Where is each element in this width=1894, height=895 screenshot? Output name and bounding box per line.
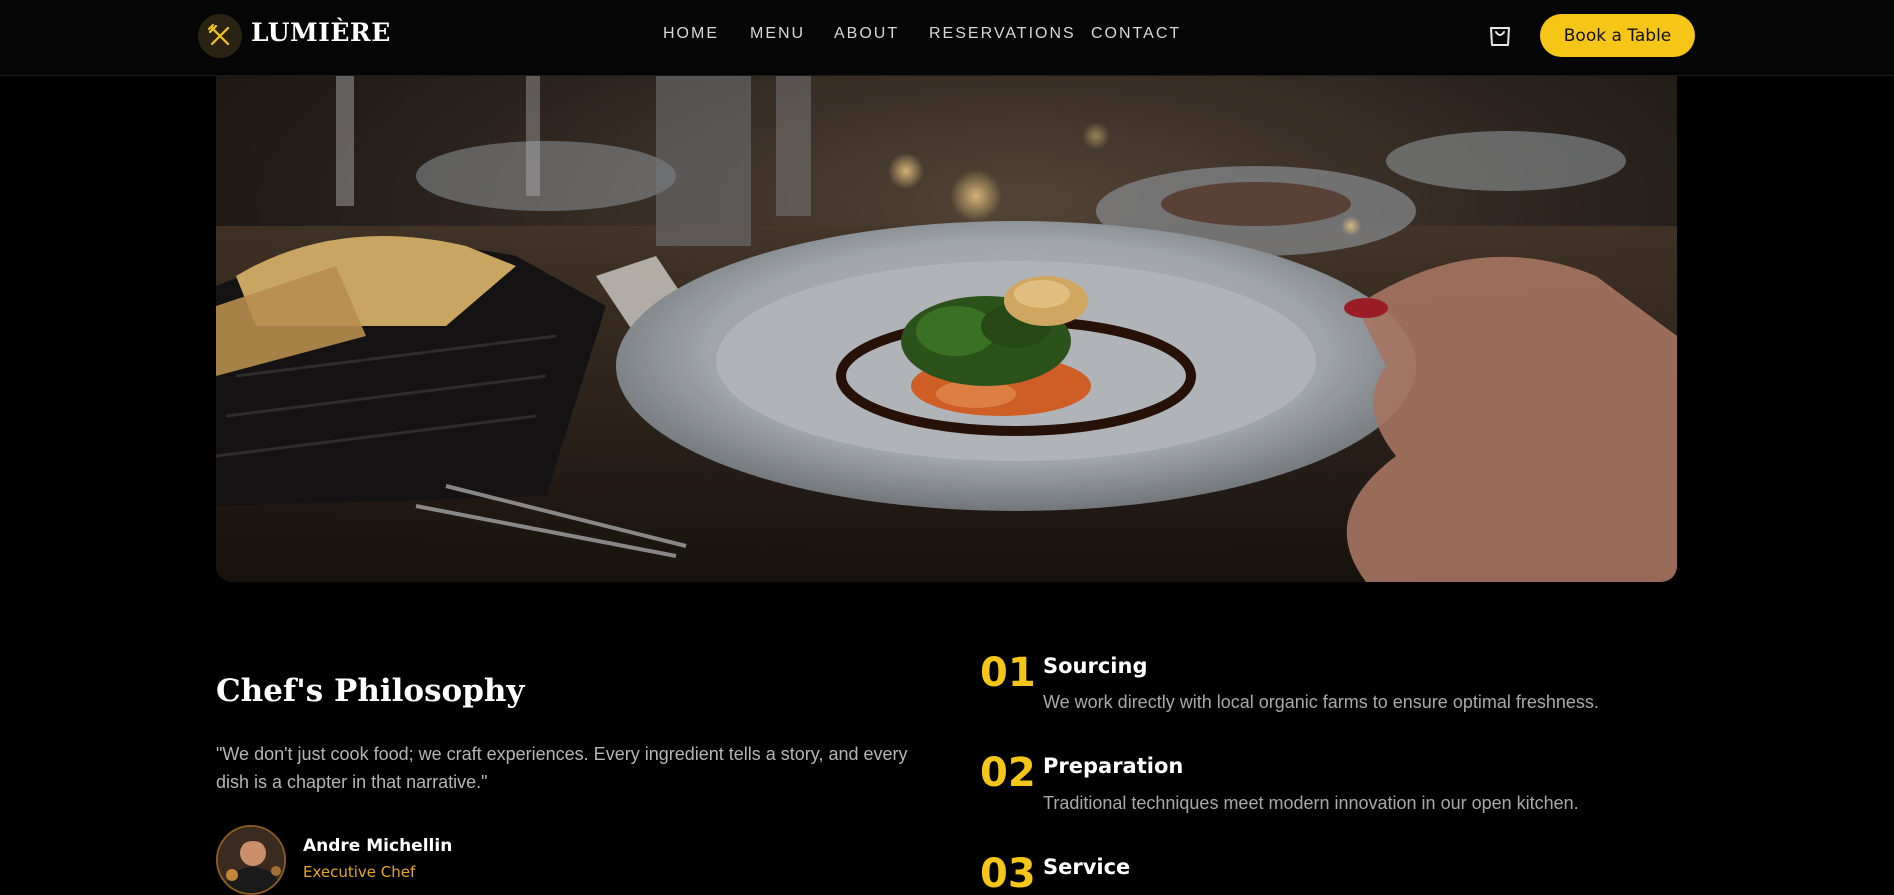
- philosophy-quote: "We don't just cook food; we craft exper…: [216, 744, 908, 792]
- step-number: 02: [980, 750, 1036, 796]
- step-number: 03: [980, 851, 1036, 895]
- chef-portrait: [218, 827, 284, 893]
- nav-home[interactable]: HOME: [663, 25, 719, 43]
- avatar: [216, 825, 286, 895]
- step-title: Sourcing: [1043, 654, 1148, 678]
- nav-reservations[interactable]: RESERVATIONS: [929, 25, 1076, 43]
- hero-image: [216, 76, 1677, 582]
- step-number: 01: [980, 650, 1036, 696]
- nav-contact[interactable]: CONTACT: [1091, 25, 1181, 43]
- nav-about[interactable]: ABOUT: [834, 25, 899, 43]
- book-table-button[interactable]: Book a Table: [1540, 14, 1695, 57]
- cart-button[interactable]: [1486, 21, 1514, 49]
- step-text: We work directly with local organic farm…: [1043, 692, 1599, 712]
- chef-name: Andre Michellin: [303, 836, 453, 856]
- step-text: Traditional techniques meet modern innov…: [1043, 793, 1579, 813]
- chef-role: Executive Chef: [303, 863, 416, 881]
- step-title: Service: [1043, 855, 1131, 879]
- plated-dish-photo: [216, 76, 1677, 582]
- philosophy-title: Chef's Philosophy: [216, 673, 525, 709]
- site-header: LUMIÈRE HOME MENU ABOUT RESERVATIONS CON…: [0, 0, 1894, 76]
- shopping-bag-icon: [1490, 27, 1510, 46]
- nav-menu[interactable]: MENU: [750, 25, 805, 43]
- step-title: Preparation: [1043, 754, 1184, 778]
